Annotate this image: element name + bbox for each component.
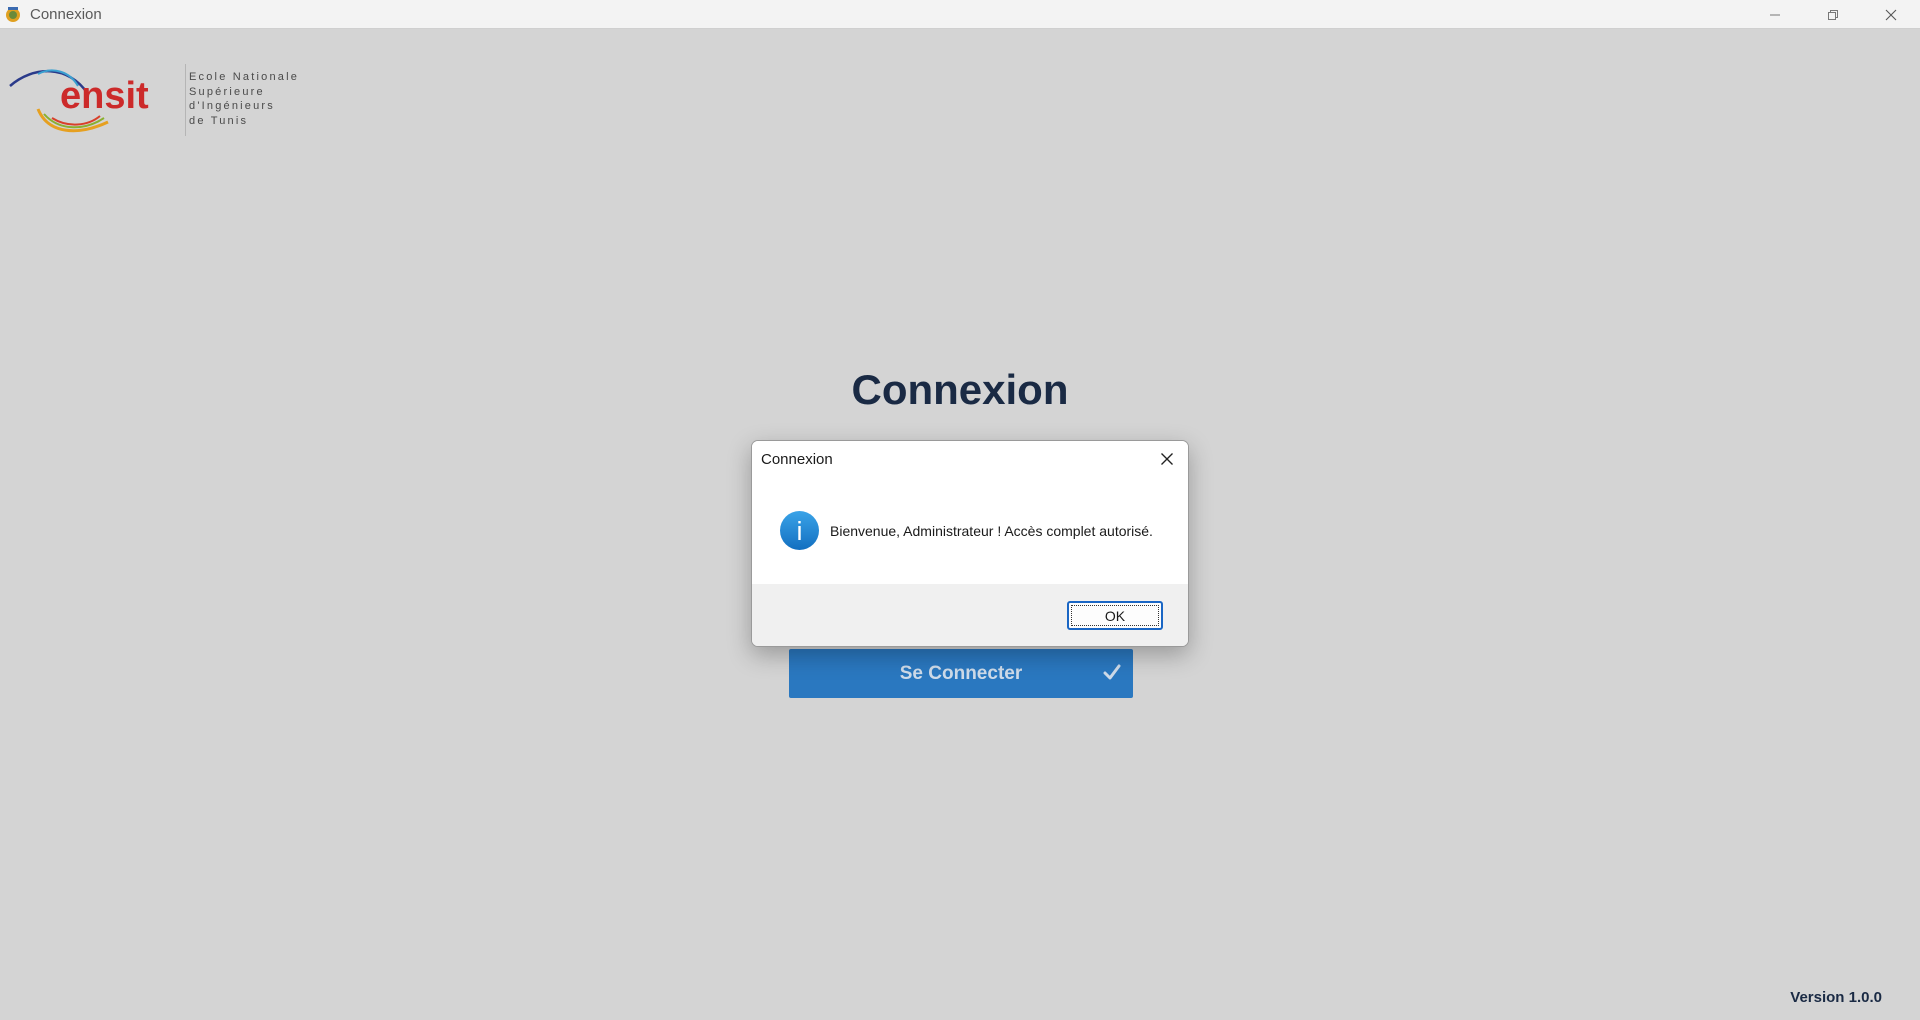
logo-line: d'Ingénieurs: [189, 100, 275, 112]
logo-caption: Ecole Nationale Supérieure d'Ingénieurs …: [189, 70, 299, 128]
dialog-body: Bienvenue, Administrateur ! Accès comple…: [752, 477, 1188, 584]
logo-wordmark: ensit: [60, 75, 149, 117]
dialog-title: Connexion: [761, 451, 833, 468]
app-icon: [4, 5, 22, 23]
restore-icon: [1828, 9, 1838, 20]
dialog-message: Bienvenue, Administrateur ! Accès comple…: [830, 523, 1153, 539]
message-dialog: Connexion Bienvenue, Administrateur ! Ac…: [751, 440, 1189, 647]
close-icon: [1161, 453, 1173, 465]
version-label: Version 1.0.0: [1790, 989, 1882, 1006]
close-icon: [1885, 9, 1897, 20]
ensit-logo-graphic: ensit: [9, 69, 149, 133]
dialog-close-button[interactable]: [1154, 446, 1180, 472]
connect-button-label: Se Connecter: [899, 662, 1023, 684]
info-icon: [780, 511, 819, 550]
logo-line: de Tunis: [189, 114, 249, 127]
window-title: Connexion: [30, 5, 102, 23]
page-title: Connexion: [851, 366, 1069, 413]
minimize-button[interactable]: [1746, 0, 1804, 29]
logo-line: Ecole Nationale: [189, 71, 300, 83]
restore-button[interactable]: [1804, 0, 1862, 29]
dialog-titlebar: Connexion: [752, 441, 1188, 477]
minimize-icon: [1770, 14, 1780, 15]
focus-ring: [1071, 605, 1159, 626]
close-button[interactable]: [1862, 0, 1920, 29]
connect-button[interactable]: Se Connecter: [789, 649, 1133, 698]
logo-divider: [185, 64, 186, 136]
window-titlebar: Connexion: [0, 0, 1920, 29]
ok-button[interactable]: OK: [1067, 601, 1163, 630]
logo-line: Supérieure: [189, 85, 265, 98]
check-icon: [1103, 664, 1121, 680]
dialog-footer: OK: [752, 584, 1188, 646]
